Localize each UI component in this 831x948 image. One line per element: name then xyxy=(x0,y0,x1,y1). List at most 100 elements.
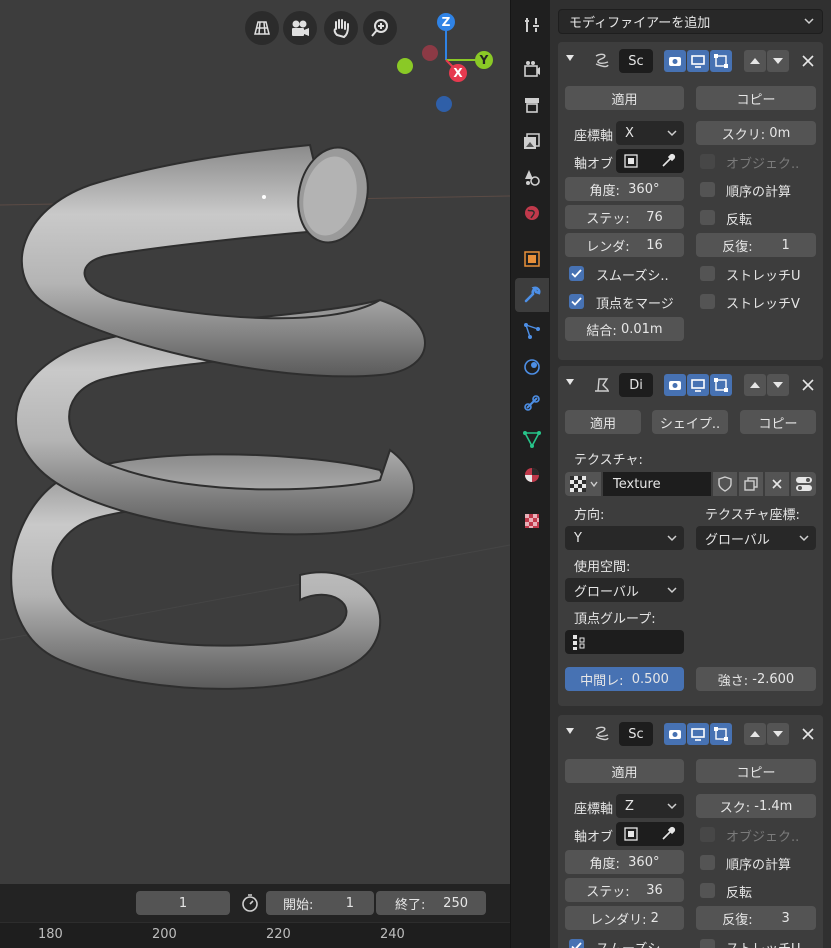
iterations-field[interactable]: 反復: 3 xyxy=(696,906,816,930)
axis-object-field[interactable] xyxy=(616,822,684,846)
remove-modifier-icon[interactable] xyxy=(797,50,819,72)
angle-field[interactable]: 角度: 360° xyxy=(565,177,684,201)
move-down-icon[interactable] xyxy=(767,50,789,72)
grid-icon[interactable] xyxy=(245,11,279,45)
render-tab-icon[interactable] xyxy=(515,52,549,86)
start-frame-field[interactable]: 開始: 1 xyxy=(266,891,374,915)
modifier-name-field[interactable]: Sc xyxy=(619,49,653,73)
add-modifier-dropdown[interactable]: モディファイアーを追加 xyxy=(558,9,823,34)
stopwatch-icon[interactable] xyxy=(238,891,262,915)
iterations-field[interactable]: 反復: 1 xyxy=(696,233,816,257)
screw-offset-field[interactable]: スクリ: 0m xyxy=(696,121,816,145)
unlink-icon[interactable] xyxy=(765,472,789,496)
calc-order-checkbox[interactable] xyxy=(700,182,715,197)
steps-field[interactable]: ステッ: 76 xyxy=(565,205,684,229)
camera-toggle-icon[interactable] xyxy=(664,723,686,745)
space-dropdown[interactable]: グローバル xyxy=(565,578,684,602)
collapse-arrow-icon[interactable] xyxy=(564,725,576,741)
camera-toggle-icon[interactable] xyxy=(664,374,686,396)
apply-as-shape-button[interactable]: シェイプ.. xyxy=(652,410,728,434)
smooth-shading-checkbox[interactable] xyxy=(569,939,584,948)
tool-tab-icon[interactable] xyxy=(515,8,549,42)
axis-dropdown[interactable]: Z xyxy=(616,794,684,818)
axis-object-field[interactable] xyxy=(616,149,684,173)
smooth-shading-checkbox[interactable] xyxy=(569,266,584,281)
texture-coords-dropdown[interactable]: グローバル xyxy=(696,526,816,550)
eyedropper-icon[interactable] xyxy=(660,153,676,169)
current-frame-field[interactable]: 1 xyxy=(136,891,230,915)
strength-field[interactable]: 強さ: -2.600 xyxy=(696,667,816,691)
eyedropper-icon[interactable] xyxy=(660,826,676,842)
scene-tab-icon[interactable] xyxy=(515,160,549,194)
screw-offset-field[interactable]: スク: -1.4m xyxy=(696,794,816,818)
stretch-u-checkbox[interactable] xyxy=(700,939,715,948)
object-screw-checkbox[interactable] xyxy=(700,827,715,842)
move-up-icon[interactable] xyxy=(744,723,766,745)
remove-modifier-icon[interactable] xyxy=(797,723,819,745)
world-tab-icon[interactable] xyxy=(515,196,549,230)
gizmo-y-axis[interactable]: Y xyxy=(475,51,493,69)
object-tab-icon[interactable] xyxy=(515,242,549,276)
direction-dropdown[interactable]: Y xyxy=(565,526,684,550)
end-frame-field[interactable]: 終了: 250 xyxy=(376,891,486,915)
collapse-arrow-icon[interactable] xyxy=(564,376,576,392)
output-tab-icon[interactable] xyxy=(515,88,549,122)
stretch-v-checkbox[interactable] xyxy=(700,294,715,309)
editmode-toggle-icon[interactable] xyxy=(710,374,732,396)
move-down-icon[interactable] xyxy=(767,723,789,745)
physics-tab-icon[interactable] xyxy=(515,350,549,384)
texture-tab-icon[interactable] xyxy=(515,504,549,538)
move-up-icon[interactable] xyxy=(744,50,766,72)
editmode-toggle-icon[interactable] xyxy=(710,50,732,72)
vertex-group-field[interactable] xyxy=(565,630,684,654)
copy-button[interactable]: コピー xyxy=(696,86,816,110)
3d-viewport[interactable]: Z Y X xyxy=(0,0,510,948)
texture-name-field[interactable]: Texture xyxy=(603,472,711,496)
copy-button[interactable]: コピー xyxy=(740,410,816,434)
collapse-arrow-icon[interactable] xyxy=(564,52,576,68)
merge-distance-field[interactable]: 結合: 0.01m xyxy=(565,317,684,341)
view-layer-tab-icon[interactable] xyxy=(515,124,549,158)
render-steps-field[interactable]: レンダ: 16 xyxy=(565,233,684,257)
steps-field[interactable]: ステッ: 36 xyxy=(565,878,684,902)
modifier-name-field[interactable]: Di xyxy=(619,373,653,397)
midlevel-field[interactable]: 中間レ: 0.500 xyxy=(565,667,684,691)
angle-field[interactable]: 角度: 360° xyxy=(565,850,684,874)
merge-vertices-checkbox[interactable] xyxy=(569,294,584,309)
flip-checkbox[interactable] xyxy=(700,883,715,898)
apply-button[interactable]: 適用 xyxy=(565,410,641,434)
texture-settings-toggle-icon[interactable] xyxy=(791,472,816,496)
navigation-gizmo[interactable]: Z Y X xyxy=(380,8,500,118)
stretch-u-checkbox[interactable] xyxy=(700,266,715,281)
object-screw-checkbox[interactable] xyxy=(700,154,715,169)
timeline-ruler[interactable]: 180 200 220 240 xyxy=(0,922,510,948)
calc-order-checkbox[interactable] xyxy=(700,855,715,870)
apply-button[interactable]: 適用 xyxy=(565,86,684,110)
duplicate-icon[interactable] xyxy=(739,472,763,496)
move-down-icon[interactable] xyxy=(767,374,789,396)
camera-icon[interactable] xyxy=(283,11,317,45)
camera-toggle-icon[interactable] xyxy=(664,50,686,72)
axis-dropdown[interactable]: X xyxy=(616,121,684,145)
particles-tab-icon[interactable] xyxy=(515,314,549,348)
render-steps-field[interactable]: レンダリ: 2 xyxy=(565,906,684,930)
material-tab-icon[interactable] xyxy=(515,458,549,492)
move-up-icon[interactable] xyxy=(744,374,766,396)
constraints-tab-icon[interactable] xyxy=(515,386,549,420)
remove-modifier-icon[interactable] xyxy=(797,374,819,396)
viewport-toggle-icon[interactable] xyxy=(687,374,709,396)
viewport-toggle-icon[interactable] xyxy=(687,723,709,745)
flip-checkbox[interactable] xyxy=(700,210,715,225)
editmode-toggle-icon[interactable] xyxy=(710,723,732,745)
viewport-toggle-icon[interactable] xyxy=(687,50,709,72)
object-data-tab-icon[interactable] xyxy=(515,422,549,456)
hand-icon[interactable] xyxy=(324,11,358,45)
texture-browse-button[interactable] xyxy=(565,472,601,496)
apply-button[interactable]: 適用 xyxy=(565,759,684,783)
gizmo-z-axis[interactable]: Z xyxy=(437,13,455,31)
gizmo-x-axis[interactable]: X xyxy=(449,64,467,82)
copy-button[interactable]: コピー xyxy=(696,759,816,783)
modifier-name-field[interactable]: Sc xyxy=(619,722,653,746)
fake-user-shield-icon[interactable] xyxy=(713,472,737,496)
modifier-tab-icon[interactable] xyxy=(515,278,549,312)
